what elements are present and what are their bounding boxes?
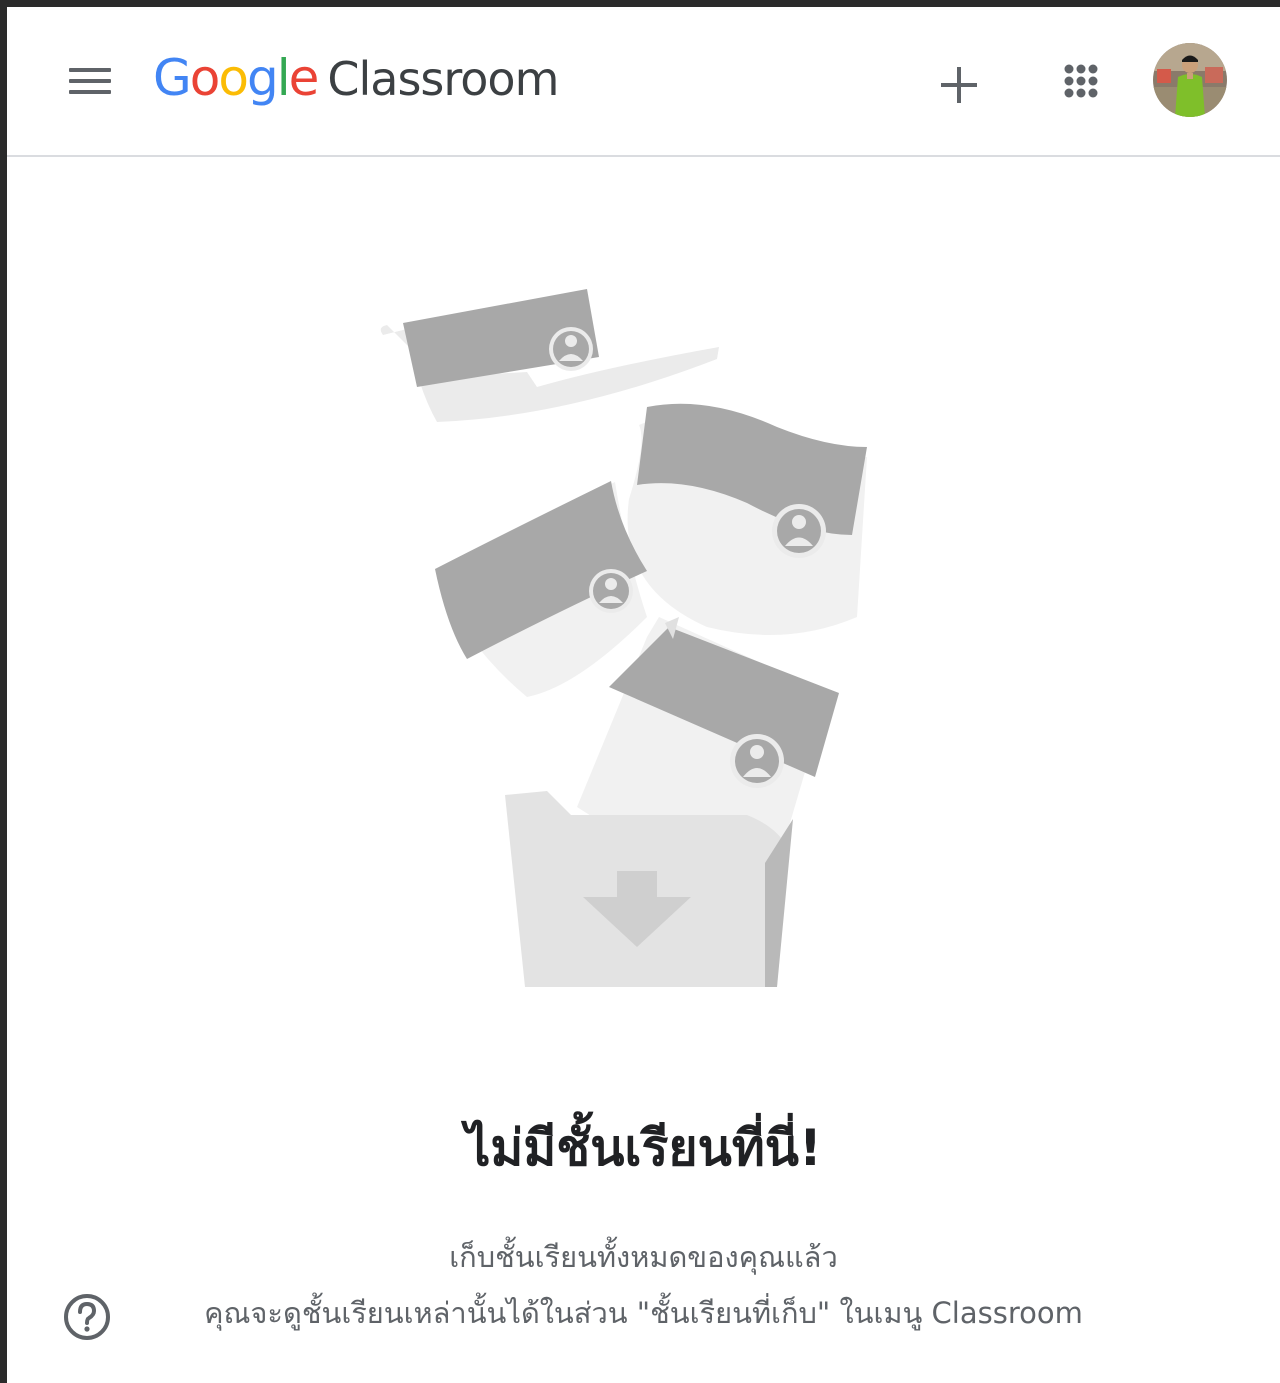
google-classroom-logo[interactable]: Google Classroom — [153, 49, 559, 119]
account-avatar-button[interactable] — [1153, 43, 1227, 117]
archived-classes-folder-illustration — [347, 267, 907, 1007]
logo-letter: G — [153, 49, 192, 107]
logo-letter: l — [276, 49, 291, 107]
top-app-bar: Google Classroom — [7, 7, 1280, 157]
google-wordmark: Google — [153, 49, 320, 107]
main-menu-button[interactable] — [61, 55, 119, 107]
empty-state-description-line-2: คุณจะดูชั้นเรียนเหล่านั้นได้ในส่วน "ชั้น… — [204, 1296, 1083, 1330]
hamburger-menu-icon — [69, 68, 111, 72]
logo-letter: o — [218, 49, 249, 107]
create-or-join-class-button[interactable] — [927, 53, 991, 117]
product-name: Classroom — [327, 52, 559, 106]
google-apps-grid-icon — [1064, 64, 1098, 98]
user-avatar — [1153, 43, 1227, 117]
help-button[interactable] — [61, 1291, 113, 1343]
logo-letter: e — [288, 49, 320, 107]
google-apps-button[interactable] — [1049, 53, 1113, 117]
logo-letter: o — [189, 49, 221, 107]
classroom-window: Google Classroom ไม่มีชั้นเรียนที่นี่! เ… — [7, 7, 1280, 1383]
help-question-icon — [64, 1294, 110, 1340]
plus-icon — [941, 67, 977, 103]
empty-state-description-line-1: เก็บชั้นเรียนทั้งหมดของคุณแล้ว — [449, 1240, 838, 1274]
logo-letter: g — [246, 49, 279, 107]
empty-state-title: ไม่มีชั้นเรียนที่นี่! — [465, 1119, 822, 1177]
